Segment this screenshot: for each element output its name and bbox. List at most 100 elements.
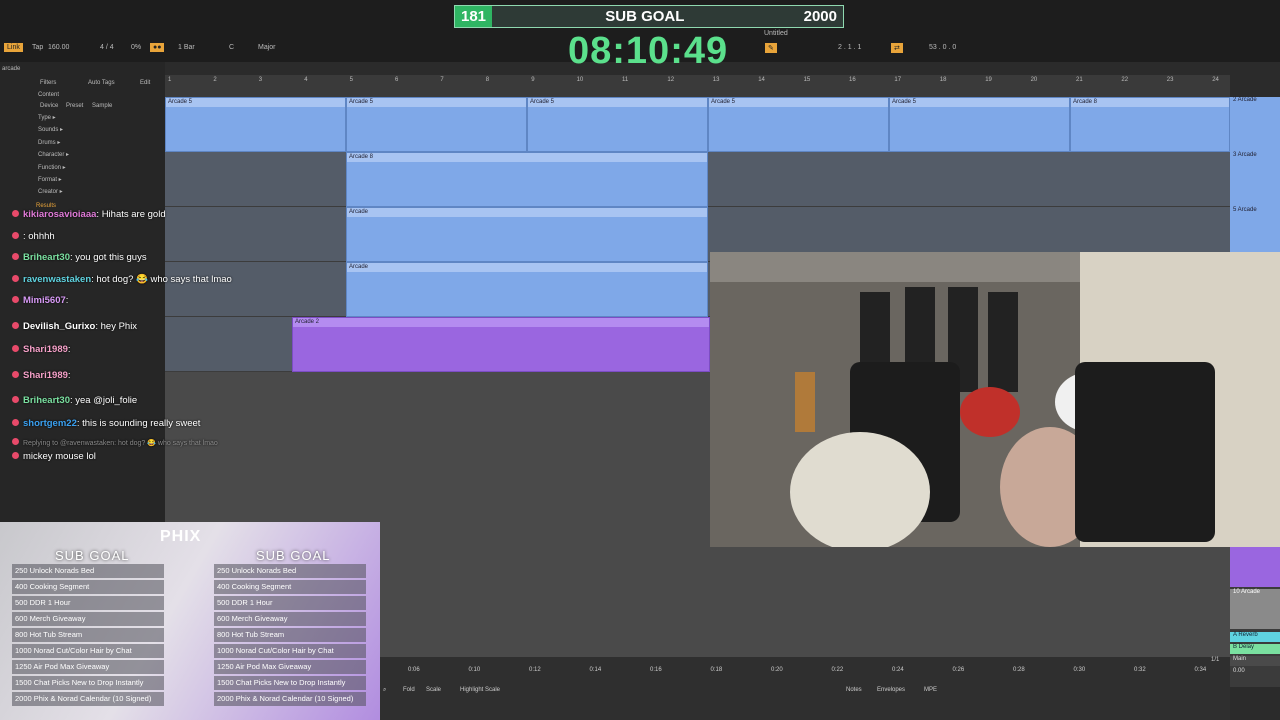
content-filter[interactable]: Content — [38, 92, 59, 98]
browser-category-creator[interactable]: Creator ▸ — [38, 188, 63, 195]
browser-category-sounds[interactable]: Sounds ▸ — [38, 126, 63, 133]
clip-editor: 0:06 0:10 0:12 0:14 0:16 0:18 0:20 0:22 0:24 0:26… — [380, 657, 1230, 720]
punch-button[interactable]: ✎ — [765, 43, 777, 53]
chat-text: : yea @joli_folie — [70, 395, 138, 406]
goal-item: 500 DDR 1 Hour — [12, 596, 164, 610]
arrangement-clip[interactable]: Arcade 5 — [527, 97, 708, 152]
ruler-bar-18[interactable]: 18 — [940, 77, 947, 83]
ruler-bar-10[interactable]: 10 — [577, 77, 584, 83]
tempo-field[interactable]: 160.00 — [48, 44, 69, 51]
scale-button[interactable]: Scale — [426, 687, 441, 693]
auto-tags-toggle[interactable]: Auto Tags — [88, 80, 115, 86]
search-icon[interactable]: ⌕ — [383, 687, 386, 694]
ruler-bar-2[interactable]: 2 — [213, 77, 216, 83]
ruler-bar-20[interactable]: 20 — [1031, 77, 1038, 83]
highlight-scale-toggle[interactable]: Highlight Scale — [460, 687, 500, 693]
goal-title-left: SUB GOAL — [55, 548, 130, 563]
ruler-bar-12[interactable]: 12 — [667, 77, 674, 83]
ruler-bar-19[interactable]: 19 — [985, 77, 992, 83]
arrangement-clip[interactable]: Arcade 2 — [292, 317, 710, 372]
edit-button[interactable]: Edit — [140, 80, 150, 86]
loop-end[interactable]: 53 . 0 . 0 — [929, 44, 956, 51]
browser-category-character[interactable]: Character ▸ — [38, 151, 69, 158]
ruler-bar-14[interactable]: 14 — [758, 77, 765, 83]
notes-tab[interactable]: Notes — [846, 687, 862, 693]
ruler-bar-3[interactable]: 3 — [259, 77, 262, 83]
arrangement-clip[interactable]: Arcade 8 — [1070, 97, 1230, 152]
chat-text: : — [65, 295, 69, 306]
sub-goal-panel: SUB GOAL SUB GOAL 250 Unlock Norads Bed 4… — [0, 522, 380, 720]
ruler-bar-13[interactable]: 13 — [713, 77, 720, 83]
mpe-tab[interactable]: MPE — [924, 687, 937, 693]
mixer-track-3[interactable]: 3 Arcade — [1230, 152, 1280, 207]
ruler-bar-16[interactable]: 16 — [849, 77, 856, 83]
browser-search-input[interactable]: arcade — [2, 66, 20, 72]
tap-button[interactable]: Tap — [32, 44, 43, 51]
scale-select[interactable]: Major — [258, 44, 276, 51]
goal-item: 1250 Air Pod Max Giveaway — [12, 660, 164, 674]
browser-category-drums[interactable]: Drums ▸ — [38, 139, 60, 146]
chat-text: : — [67, 370, 71, 381]
ruler-bar-15[interactable]: 15 — [804, 77, 811, 83]
device-filter[interactable]: Device — [40, 103, 58, 109]
ruler-bar-24[interactable]: 24 — [1212, 77, 1219, 83]
phix-logo: PHIX — [160, 528, 202, 545]
fold-button[interactable]: Fold — [403, 687, 415, 693]
main-volume[interactable]: 0.00 — [1230, 668, 1280, 678]
chat-text: mickey mouse lol — [23, 451, 96, 462]
ruler-bar-1[interactable]: 1 — [168, 77, 171, 83]
return-reverb[interactable]: A Reverb — [1230, 632, 1280, 642]
arrangement-clip[interactable]: Arcade — [346, 262, 708, 317]
chat-username: Briheart30 — [23, 395, 70, 406]
chat-badge-icon — [12, 345, 19, 352]
time-signature[interactable]: 4 / 4 — [100, 44, 114, 51]
ruler-bar-9[interactable]: 9 — [531, 77, 534, 83]
goal-list-right: 250 Unlock Norads Bed 400 Cooking Segment… — [214, 564, 366, 708]
mixer-track-purple[interactable] — [1230, 547, 1280, 587]
ruler-bar-22[interactable]: 22 — [1121, 77, 1128, 83]
chat-message: kikiarosavioiaaa: Hihats are gold — [12, 209, 166, 220]
chat-text: : — [67, 344, 71, 355]
arrangement-clip[interactable]: Arcade 5 — [165, 97, 346, 152]
arrangement-ruler[interactable]: 1 2 3 4 5 6 7 8 9 10 11 12 13 14 15 16 17 18 19 20 21 22 23 24 — [165, 75, 1230, 97]
arrangement-clip[interactable]: Arcade 8 — [346, 152, 708, 207]
sample-filter[interactable]: Sample — [92, 103, 112, 109]
ruler-bar-6[interactable]: 6 — [395, 77, 398, 83]
sub-goal-current: 181 — [455, 6, 493, 27]
ruler-bar-23[interactable]: 23 — [1167, 77, 1174, 83]
ruler-bar-7[interactable]: 7 — [440, 77, 443, 83]
arrangement-clip[interactable]: Arcade 5 — [889, 97, 1070, 152]
browser-category-function[interactable]: Function ▸ — [38, 164, 66, 171]
link-button[interactable]: Link — [4, 43, 23, 52]
ruler-bar-17[interactable]: 17 — [894, 77, 901, 83]
filters-toggle[interactable]: Filters — [40, 80, 56, 86]
ruler-bar-5[interactable]: 5 — [350, 77, 353, 83]
browser-category-format[interactable]: Format ▸ — [38, 176, 62, 183]
timeline-tick: 0:26 — [952, 667, 965, 673]
loop-toggle[interactable]: ⇄ — [891, 43, 903, 53]
preset-filter[interactable]: Preset — [66, 103, 83, 109]
mixer-track-10[interactable]: 10 Arcade — [1230, 589, 1280, 629]
ruler-bar-21[interactable]: 21 — [1076, 77, 1083, 83]
return-delay[interactable]: B Delay — [1230, 644, 1280, 654]
ruler-bar-4[interactable]: 4 — [304, 77, 307, 83]
ruler-bar-11[interactable]: 11 — [622, 77, 628, 83]
key-select[interactable]: C — [229, 44, 234, 51]
mixer-track-5[interactable]: 5 Arcade — [1230, 207, 1280, 252]
chat-message: Devilish_Gurixo: hey Phix — [12, 321, 137, 332]
main-track[interactable]: Main — [1230, 656, 1280, 666]
browser-category-type[interactable]: Type ▸ — [38, 114, 56, 121]
metronome-button[interactable]: ●● — [150, 43, 165, 52]
envelopes-tab[interactable]: Envelopes — [877, 687, 905, 693]
arrangement-clip[interactable]: Arcade — [346, 207, 708, 262]
quantize-select[interactable]: 1 Bar — [178, 44, 195, 51]
arrangement-clip[interactable]: Arcade 5 — [346, 97, 527, 152]
chat-username: ravenwastaken — [23, 274, 92, 285]
mixer-track-2[interactable]: 2 Arcade — [1230, 97, 1280, 152]
cpu-meter: 0% — [131, 44, 142, 51]
loop-position[interactable]: 2 . 1 . 1 — [838, 44, 861, 51]
arrangement-clip[interactable]: Arcade 5 — [708, 97, 889, 152]
ruler-bar-8[interactable]: 8 — [486, 77, 489, 83]
timeline-tick: 0:20 — [771, 667, 783, 673]
webcam-feed — [710, 252, 1280, 547]
